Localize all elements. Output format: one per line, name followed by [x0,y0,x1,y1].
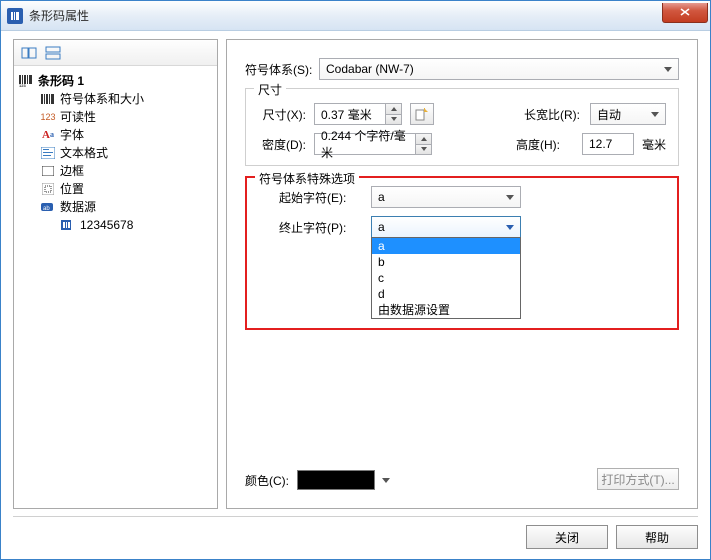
datasource-icon: ab [40,200,56,214]
data-icon [60,218,76,232]
dropdown-option[interactable]: a [372,238,520,254]
right-panel: 符号体系(S): Codabar (NW-7) 尺寸 尺寸(X): 0.37 毫… [226,39,698,509]
symbology-label: 符号体系(S): [245,61,319,78]
tree-item-label: 文本格式 [60,144,108,162]
position-icon [40,182,56,196]
ratio-combo[interactable]: 自动 [590,103,666,125]
symbology-combo[interactable]: Codabar (NW-7) [319,58,679,80]
size-input[interactable]: 0.37 毫米 [314,103,402,125]
text-format-icon [40,146,56,160]
height-unit: 毫米 [642,136,666,153]
font-icon: Aa [40,128,56,142]
color-row: 颜色(C): [245,470,375,490]
tree-item-datasource[interactable]: ab 数据源 [18,198,213,216]
start-char-combo[interactable]: a [371,186,521,208]
density-label: 密度(D): [258,136,306,153]
density-value: 0.244 个字符/毫米 [321,127,413,161]
print-method-label: 打印方式(T)... [601,471,674,488]
toolbar-btn-1[interactable] [18,43,40,63]
symbology-value: Codabar (NW-7) [326,62,414,76]
ratio-value: 自动 [597,106,621,123]
size-label: 尺寸(X): [258,106,306,123]
tree-item-border[interactable]: 边框 [18,162,213,180]
left-toolbar [14,40,217,66]
size-group: 尺寸 尺寸(X): 0.37 毫米 长宽比(R): 自动 [245,88,679,166]
color-label: 颜色(C): [245,472,289,489]
spin-up[interactable] [416,134,431,144]
svg-text:ab: ab [43,206,50,212]
tree-root[interactable]: 123 条形码 1 [18,72,213,90]
footer: 关闭 帮助 [526,525,698,549]
number-icon: 123 [40,110,56,124]
special-group: 符号体系特殊选项 起始字符(E): a 终止字符(P): a [245,176,679,330]
tree-item-label: 字体 [60,126,84,144]
tree-item-readability[interactable]: 123 可读性 [18,108,213,126]
tree-item-datasource-value[interactable]: 12345678 [18,216,213,234]
spin-down[interactable] [386,114,401,125]
dropdown-option[interactable]: b [372,254,520,270]
stop-char-value: a [378,220,385,234]
stop-char-dropdown: a b c d 由数据源设置 [371,237,521,319]
svg-text:123: 123 [19,83,26,87]
left-panel: 123 条形码 1 符号体系和大小 123 可读性 Aa 字体 [13,39,218,509]
footer-separator [13,516,698,517]
height-value: 12.7 [589,137,612,151]
symbology-row: 符号体系(S): Codabar (NW-7) [245,58,679,80]
tree-item-label: 位置 [60,180,84,198]
start-char-label: 起始字符(E): [279,189,363,206]
app-icon [7,8,23,24]
dropdown-option[interactable]: d [372,286,520,302]
spin-down[interactable] [416,144,431,155]
print-method-button[interactable]: 打印方式(T)... [597,468,679,490]
dropdown-option[interactable]: c [372,270,520,286]
tree-root-label: 条形码 1 [38,72,84,90]
tree-item-position[interactable]: 位置 [18,180,213,198]
special-legend: 符号体系特殊选项 [255,170,359,187]
dropdown-option[interactable]: 由数据源设置 [372,302,520,318]
titlebar: 条形码属性 [1,1,710,31]
tree-item-label: 数据源 [60,198,96,216]
tree-item-symbology[interactable]: 符号体系和大小 [18,90,213,108]
height-input[interactable]: 12.7 [582,133,634,155]
tree-item-font[interactable]: Aa 字体 [18,126,213,144]
tree-item-textformat[interactable]: 文本格式 [18,144,213,162]
close-dialog-button[interactable]: 关闭 [526,525,608,549]
stop-char-label: 终止字符(P): [279,219,363,236]
tree-item-label: 符号体系和大小 [60,90,144,108]
tree: 123 条形码 1 符号体系和大小 123 可读性 Aa 字体 [14,66,217,508]
help-button[interactable]: 帮助 [616,525,698,549]
tree-item-label: 可读性 [60,108,96,126]
color-picker[interactable] [297,470,375,490]
density-input[interactable]: 0.244 个字符/毫米 [314,133,432,155]
size-legend: 尺寸 [254,81,286,98]
height-label: 高度(H): [516,136,574,153]
barcode-icon [40,92,56,106]
barcode-icon: 123 [18,74,34,88]
tree-item-label: 12345678 [80,216,133,234]
close-button[interactable] [662,3,708,23]
window: 条形码属性 123 条形码 1 [0,0,711,560]
ratio-label: 长宽比(R): [524,106,582,123]
window-title: 条形码属性 [29,7,662,24]
size-helper-button[interactable] [410,103,434,125]
toolbar-btn-2[interactable] [42,43,64,63]
stop-char-combo[interactable]: a [371,216,521,238]
spin-up[interactable] [386,104,401,114]
tree-item-label: 边框 [60,162,84,180]
start-char-value: a [378,190,385,204]
content: 123 条形码 1 符号体系和大小 123 可读性 Aa 字体 [1,31,710,559]
size-value: 0.37 毫米 [321,106,372,123]
border-icon [40,164,56,178]
